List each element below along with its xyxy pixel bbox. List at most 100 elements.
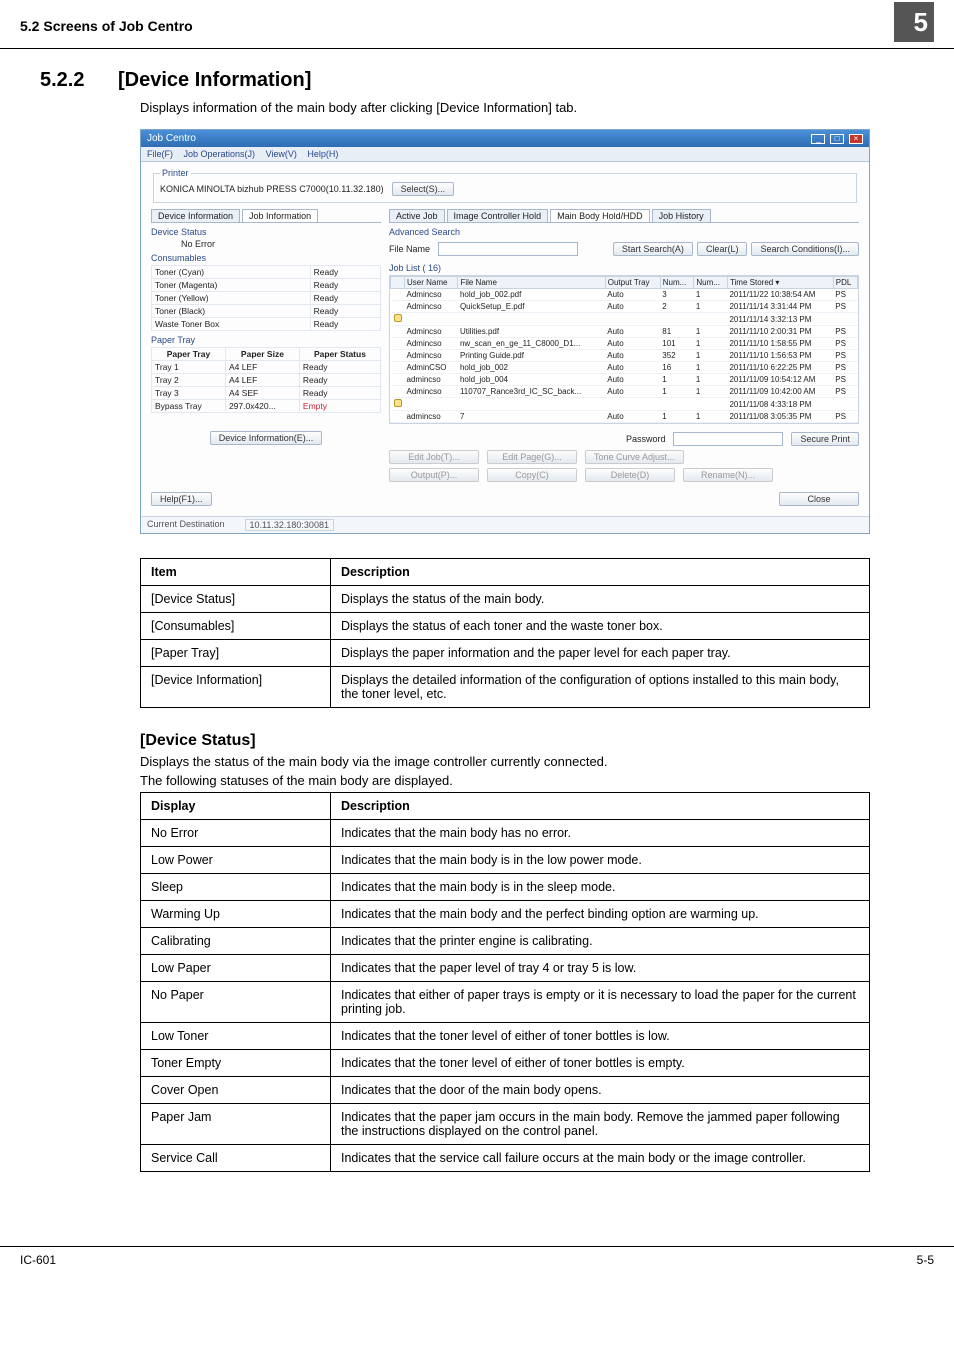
secure-print-button[interactable]: Secure Print [791, 432, 859, 446]
lock-icon [394, 399, 402, 407]
right-tabs: Active Job Image Controller Hold Main Bo… [389, 209, 859, 223]
printer-name: KONICA MINOLTA bizhub PRESS C7000(10.11.… [160, 184, 384, 194]
job-col-header[interactable]: File Name [458, 277, 605, 289]
maximize-icon[interactable]: □ [830, 134, 844, 144]
window-titlebar: Job Centro _ □ × [141, 130, 869, 147]
items-th-desc: Description [331, 559, 870, 586]
job-row[interactable]: AdmincsoQuickSetup_E.pdfAuto212011/11/14… [391, 301, 858, 313]
menu-view[interactable]: View(V) [266, 149, 297, 159]
job-row[interactable]: 2011/11/08 4:33:18 PM [391, 398, 858, 411]
status-row: SleepIndicates that the main body is in … [141, 874, 870, 901]
job-row[interactable]: AdmincsoPrinting Guide.pdfAuto35212011/1… [391, 350, 858, 362]
section-title: [Device Information] [118, 69, 311, 92]
tab-job-history[interactable]: Job History [652, 209, 711, 222]
tray-col-tray: Paper Tray [152, 348, 226, 361]
status-row: No PaperIndicates that either of paper t… [141, 982, 870, 1023]
menu-job-operations[interactable]: Job Operations(J) [184, 149, 256, 159]
job-row[interactable]: Admincsonw_scan_en_ge_11_C8000_D1...Auto… [391, 338, 858, 350]
status-row: Paper JamIndicates that the paper jam oc… [141, 1104, 870, 1145]
items-row: [Consumables]Displays the status of each… [141, 613, 870, 640]
consumables-title: Consumables [151, 253, 381, 263]
status-destination: 10.11.32.180:30081 [245, 519, 334, 531]
minimize-icon[interactable]: _ [811, 134, 825, 144]
job-row[interactable]: 2011/11/14 3:32:13 PM [391, 313, 858, 326]
job-row[interactable]: AdmincsoUtilities.pdfAuto8112011/11/10 2… [391, 326, 858, 338]
paper-tray-title: Paper Tray [151, 335, 381, 345]
tone-curve-button[interactable]: Tone Curve Adjust... [585, 450, 684, 464]
job-row[interactable]: Admincsohold_job_002.pdfAuto312011/11/22… [391, 289, 858, 301]
status-label: Current Destination [147, 519, 225, 531]
job-col-header[interactable]: Time Stored ▾ [727, 277, 833, 289]
rename-button[interactable]: Rename(N)... [683, 468, 773, 482]
delete-button[interactable]: Delete(D) [585, 468, 675, 482]
clear-button[interactable]: Clear(L) [697, 242, 748, 256]
tab-main-body-hold-hdd[interactable]: Main Body Hold/HDD [550, 209, 650, 222]
tray-row: Tray 1A4 LEFReady [152, 361, 381, 374]
device-status-value: No Error [151, 239, 381, 249]
consumable-row: Toner (Cyan)Ready [152, 266, 381, 279]
page-header: 5.2 Screens of Job Centro 5 [0, 0, 954, 49]
left-tabs: Device Information Job Information [151, 209, 381, 223]
status-table: Display Description No ErrorIndicates th… [140, 792, 870, 1172]
job-list-table[interactable]: User NameFile NameOutput TrayNum...Num..… [390, 276, 858, 423]
tray-col-status: Paper Status [299, 348, 380, 361]
status-row: Low TonerIndicates that the toner level … [141, 1023, 870, 1050]
job-row[interactable]: AdminCSOhold_job_002Auto1612011/11/10 6:… [391, 362, 858, 374]
printer-legend: Printer [160, 168, 191, 178]
job-col-header[interactable]: Output Tray [605, 277, 660, 289]
file-name-label: File Name [389, 244, 430, 254]
device-information-button[interactable]: Device Information(E)... [210, 431, 323, 445]
paper-tray-table: Paper Tray Paper Size Paper Status Tray … [151, 347, 381, 413]
menu-help[interactable]: Help(H) [307, 149, 338, 159]
menubar[interactable]: File(F) Job Operations(J) View(V) Help(H… [141, 147, 869, 162]
job-centro-screenshot: Job Centro _ □ × File(F) Job Operations(… [140, 129, 870, 534]
output-button[interactable]: Output(P)... [389, 468, 479, 482]
job-row[interactable]: admincso7Auto112011/11/08 3:05:35 PMPS [391, 411, 858, 423]
password-input[interactable] [673, 432, 783, 446]
start-search-button[interactable]: Start Search(A) [613, 242, 693, 256]
job-row[interactable]: Admincso110707_Rance3rd_IC_SC_back...Aut… [391, 386, 858, 398]
section-number: 5.2.2 [40, 69, 88, 92]
job-col-header[interactable]: Num... [660, 277, 694, 289]
close-icon[interactable]: × [849, 134, 863, 144]
edit-job-button[interactable]: Edit Job(T)... [389, 450, 479, 464]
select-printer-button[interactable]: Select(S)... [392, 182, 455, 196]
page-footer: IC-601 5-5 [0, 1246, 954, 1273]
job-row[interactable]: admincsohold_job_004Auto112011/11/09 10:… [391, 374, 858, 386]
window-title: Job Centro [147, 133, 196, 144]
job-col-header[interactable] [391, 277, 405, 289]
device-status-heading: [Device Status] [140, 732, 914, 750]
items-row: [Device Information]Displays the detaile… [141, 667, 870, 708]
tray-row: Bypass Tray297.0x420...Empty [152, 400, 381, 413]
edit-page-button[interactable]: Edit Page(G)... [487, 450, 577, 464]
file-name-input[interactable] [438, 242, 578, 256]
tab-job-information[interactable]: Job Information [242, 209, 318, 222]
search-conditions-button[interactable]: Search Conditions(I)... [751, 242, 859, 256]
password-label: Password [626, 434, 666, 444]
menu-file[interactable]: File(F) [147, 149, 173, 159]
copy-button[interactable]: Copy(C) [487, 468, 577, 482]
advanced-search-link[interactable]: Advanced Search [389, 227, 859, 237]
status-th-desc: Description [331, 793, 870, 820]
tray-row: Tray 2A4 LEFReady [152, 374, 381, 387]
job-col-header[interactable]: Num... [694, 277, 728, 289]
status-row: Warming UpIndicates that the main body a… [141, 901, 870, 928]
chapter-badge: 5 [894, 2, 934, 42]
lock-icon [394, 314, 402, 322]
printer-group: Printer KONICA MINOLTA bizhub PRESS C700… [153, 168, 857, 203]
tab-active-job[interactable]: Active Job [389, 209, 445, 222]
header-breadcrumb: 5.2 Screens of Job Centro [20, 18, 193, 34]
tab-image-controller-hold[interactable]: Image Controller Hold [447, 209, 549, 222]
consumable-row: Toner (Magenta)Ready [152, 279, 381, 292]
help-button[interactable]: Help(F1)... [151, 492, 212, 506]
status-row: Service CallIndicates that the service c… [141, 1145, 870, 1172]
close-button[interactable]: Close [779, 492, 859, 506]
job-col-header[interactable]: User Name [405, 277, 458, 289]
items-table: Item Description [Device Status]Displays… [140, 558, 870, 708]
footer-right: 5-5 [917, 1253, 934, 1267]
consumables-table: Toner (Cyan)ReadyToner (Magenta)ReadyTon… [151, 265, 381, 331]
job-col-header[interactable]: PDL [833, 277, 857, 289]
tab-device-information[interactable]: Device Information [151, 209, 240, 222]
window-controls[interactable]: _ □ × [809, 133, 863, 144]
items-row: [Device Status]Displays the status of th… [141, 586, 870, 613]
